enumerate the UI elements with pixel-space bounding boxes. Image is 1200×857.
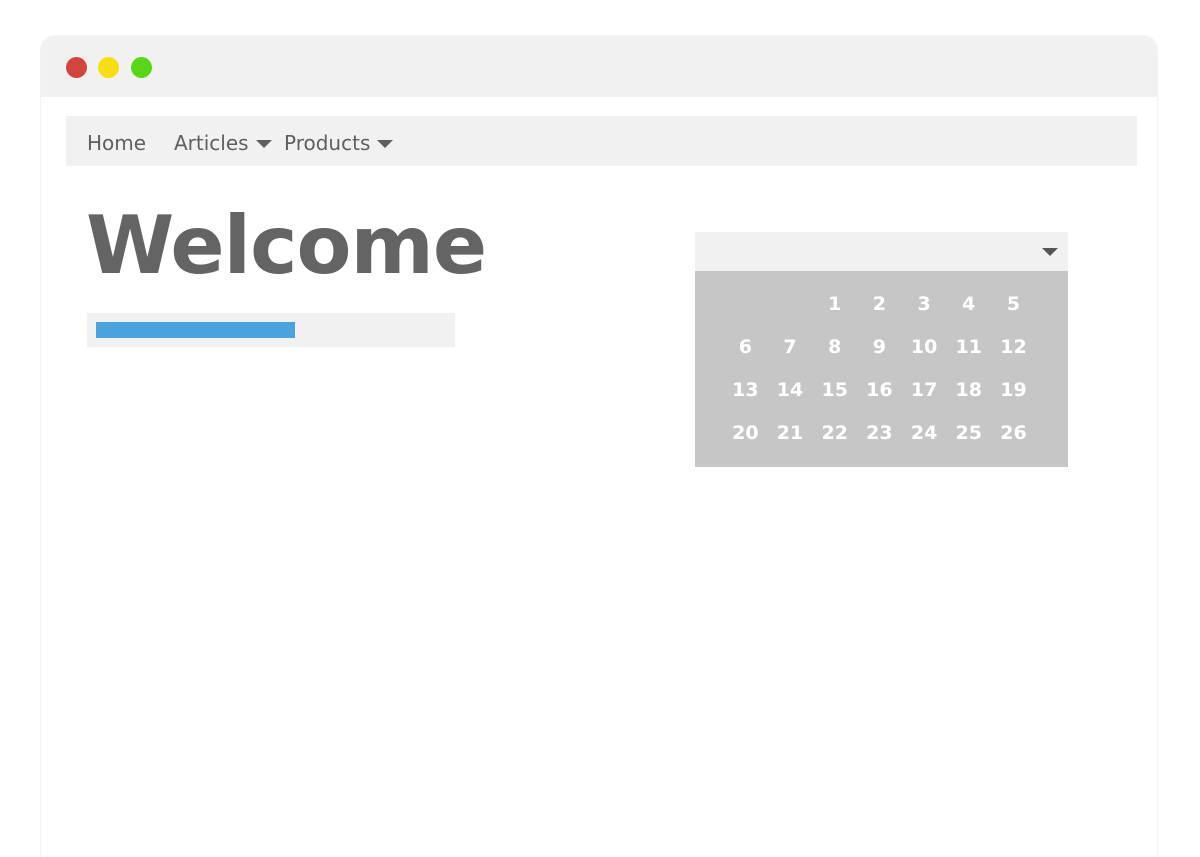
calendar-day[interactable]: 8: [812, 326, 857, 369]
progress-bar: [87, 313, 455, 347]
calendar-widget: 1 2 3 4 5 6 7 8 9 10 11 12 13 14 15 16 17 18 19 20 21 22 23 24 2…: [695, 232, 1068, 467]
calendar-day[interactable]: 17: [902, 369, 947, 412]
nav-home-label: Home: [87, 131, 147, 155]
nav-item-home[interactable]: Home: [87, 116, 146, 166]
calendar-day[interactable]: 19: [991, 369, 1036, 412]
minimize-window-button[interactable]: [98, 57, 119, 78]
calendar-day[interactable]: 16: [857, 369, 902, 412]
calendar-day[interactable]: 15: [812, 369, 857, 412]
calendar-day[interactable]: 2: [857, 283, 902, 326]
calendar-day[interactable]: 10: [902, 326, 947, 369]
calendar-day[interactable]: 21: [768, 412, 813, 455]
calendar-day[interactable]: 12: [991, 326, 1036, 369]
calendar-day[interactable]: 20: [723, 412, 768, 455]
close-window-button[interactable]: [66, 57, 87, 78]
page-title: Welcome: [86, 199, 487, 292]
calendar-day[interactable]: 11: [946, 326, 991, 369]
maximize-window-button[interactable]: [131, 57, 152, 78]
calendar-day[interactable]: 14: [768, 369, 813, 412]
calendar-blank-cell: [723, 283, 768, 326]
calendar-day[interactable]: 22: [812, 412, 857, 455]
calendar-day[interactable]: 25: [946, 412, 991, 455]
calendar-day[interactable]: 1: [812, 283, 857, 326]
calendar-blank-cell: [768, 283, 813, 326]
calendar-month-select[interactable]: [695, 232, 1068, 271]
chevron-down-icon: [255, 140, 272, 148]
calendar-day[interactable]: 18: [946, 369, 991, 412]
calendar-day[interactable]: 13: [723, 369, 768, 412]
chevron-down-icon: [377, 140, 394, 148]
calendar-day[interactable]: 24: [902, 412, 947, 455]
calendar-body: 1 2 3 4 5 6 7 8 9 10 11 12 13 14 15 16 17 18 19 20 21 22 23 24 2…: [695, 271, 1068, 467]
nav-products-label: Products: [284, 131, 371, 155]
calendar-day[interactable]: 6: [723, 326, 768, 369]
nav-item-articles[interactable]: Articles: [174, 116, 272, 166]
chevron-down-icon[interactable]: [1042, 248, 1058, 256]
nav-articles-label: Articles: [174, 131, 249, 155]
calendar-day[interactable]: 4: [946, 283, 991, 326]
nav-item-products[interactable]: Products: [284, 116, 394, 166]
calendar-day[interactable]: 5: [991, 283, 1036, 326]
calendar-day[interactable]: 23: [857, 412, 902, 455]
calendar-day[interactable]: 3: [902, 283, 947, 326]
window-titlebar: [41, 36, 1157, 97]
browser-window: Home Articles Products Welcome 123456789…: [41, 36, 1157, 857]
calendar-day[interactable]: 26: [991, 412, 1036, 455]
calendar-day[interactable]: 9: [857, 326, 902, 369]
calendar-day[interactable]: 7: [768, 326, 813, 369]
nav-bar: Home Articles Products: [66, 116, 1137, 166]
progress-bar-fill: [96, 322, 295, 338]
calendar-day-grid: 1 2 3 4 5 6 7 8 9 10 11 12 13 14 15 16 17 18 19 20 21 22 23 24 2…: [723, 283, 1036, 455]
